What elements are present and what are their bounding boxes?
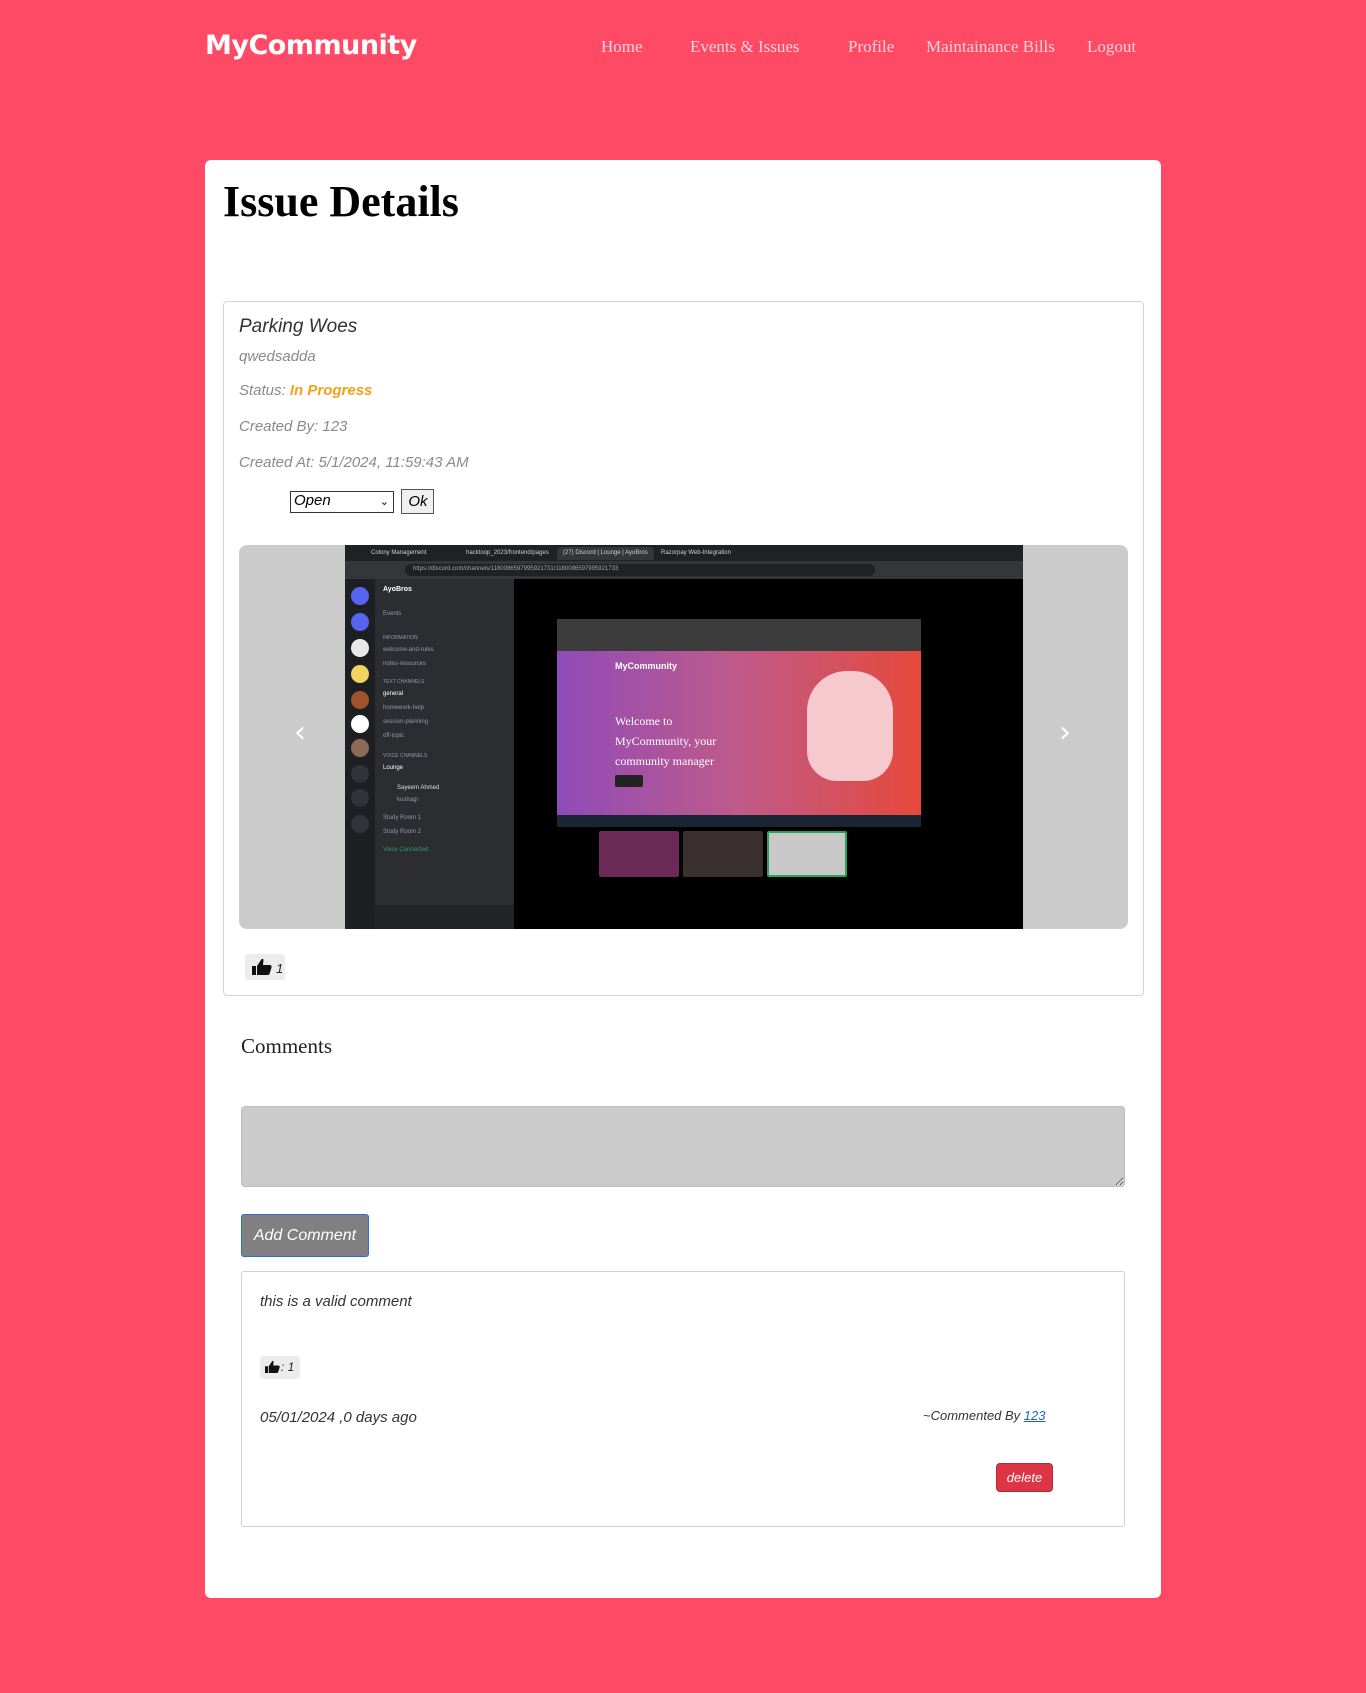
thumbs-up-icon — [252, 958, 272, 975]
image-stream-thumbnail — [599, 831, 679, 877]
issue-description: qwedsadda — [239, 348, 316, 365]
issue-image: Colony Management hacktoop_2023/frontend… — [345, 545, 1023, 929]
image-channel-text: VOICE CHANNELS — [383, 753, 428, 759]
image-inner-brand: MyCommunity — [615, 661, 678, 671]
comment-author: ~Commented By 123 — [923, 1408, 1046, 1423]
status-label: Status: — [239, 382, 286, 399]
image-discord-rail — [345, 579, 375, 929]
image-channel-text: welcome-and-rules — [383, 647, 434, 653]
image-channel-text: INFORMATION — [383, 635, 418, 641]
delete-comment-button[interactable]: delete — [996, 1463, 1053, 1492]
comment-author-prefix: ~Commented By — [923, 1408, 1024, 1423]
image-channel-text: off-topic — [383, 733, 405, 739]
image-channel-text: Lounge — [383, 765, 404, 771]
image-channel-text: kushagr — [397, 797, 419, 803]
image-channel-text: notes-resources — [383, 661, 427, 667]
issue-like-button[interactable]: 1 — [245, 954, 285, 980]
discord-logo-icon — [351, 587, 369, 605]
server-icon — [351, 715, 369, 733]
server-icon — [351, 639, 369, 657]
chevron-right-icon[interactable]: › — [1059, 715, 1071, 750]
image-hero-line: Welcome to — [615, 714, 673, 728]
image-tab-text: Colony Management — [371, 550, 427, 556]
image-server-name: AyoBros — [383, 586, 412, 593]
image-tab-text: (27) Discord | Lounge | AyoBros — [557, 547, 654, 560]
image-channel-text: Events — [383, 611, 402, 617]
image-tab-text: Razorpay Web-Integration — [661, 550, 731, 556]
image-hero-illustration — [807, 671, 893, 781]
chevron-left-icon[interactable]: ‹ — [294, 715, 306, 750]
image-url-text: https://discord.com/channels/11800865979… — [405, 564, 875, 576]
issue-panel: Parking Woes qwedsadda Status: In Progre… — [223, 301, 1144, 996]
image-channel-text: Voice Connected — [383, 847, 429, 853]
page-title: Issue Details — [223, 177, 459, 226]
comment-like-button[interactable]: : 1 — [260, 1356, 300, 1379]
image-hero-line: MyCommunity, your — [615, 734, 717, 748]
nav-events-issues[interactable]: Events & Issues — [690, 37, 800, 57]
image-channel-text: homework-help — [383, 705, 425, 711]
comment-text: this is a valid comment — [260, 1293, 412, 1310]
image-channel-text: Study Room 2 — [383, 829, 422, 835]
server-icon — [351, 739, 369, 757]
issue-created-by: Created By: 123 — [239, 418, 348, 435]
top-navbar: MyCommunity Home Events & Issues Profile… — [0, 0, 1366, 100]
status-select-value: Open — [294, 492, 331, 509]
image-channel-text: Sayeem Ahmed — [397, 785, 440, 791]
issue-like-count: 1 — [276, 961, 284, 976]
image-channel-text: session-planning — [383, 719, 429, 725]
image-discord-sidebar: AyoBros Events INFORMATION welcome-and-r… — [375, 579, 514, 929]
nav-home[interactable]: Home — [601, 37, 643, 57]
comment-author-link[interactable]: 123 — [1024, 1408, 1046, 1423]
image-channel-text: general — [383, 691, 404, 697]
image-hero-text: Welcome to MyCommunity, your community m… — [615, 711, 716, 771]
image-stream-thumbnail — [683, 831, 763, 877]
issue-image-carousel: Colony Management hacktoop_2023/frontend… — [239, 545, 1128, 929]
server-icon — [351, 665, 369, 683]
status-update-control: Open ⌄ Ok — [290, 489, 435, 514]
issue-created-at: Created At: 5/1/2024, 11:59:43 AM — [239, 454, 469, 471]
nav-maintenance-bills[interactable]: Maintainance Bills — [926, 37, 1055, 57]
image-channel-text: Study Room 1 — [383, 815, 422, 821]
nav-logout[interactable]: Logout — [1087, 37, 1136, 57]
server-icon — [351, 613, 369, 631]
add-comment-button[interactable]: Add Comment — [241, 1214, 369, 1257]
explore-icon — [351, 789, 369, 807]
comment-item: this is a valid comment : 1 05/01/2024 ,… — [241, 1271, 1125, 1527]
issue-status: Status: In Progress — [239, 382, 372, 399]
nav-profile[interactable]: Profile — [848, 37, 894, 57]
thumbs-up-icon — [265, 1360, 280, 1373]
server-icon — [351, 691, 369, 709]
image-stream-thumbnail — [767, 831, 847, 877]
image-user-bar — [375, 905, 514, 929]
comment-textarea[interactable] — [241, 1106, 1125, 1187]
image-shared-screen: MyCommunity Welcome to MyCommunity, your… — [557, 619, 921, 827]
comment-like-count: : 1 — [281, 1360, 295, 1374]
nav-links: Home Events & Issues Profile Maintainanc… — [0, 37, 1366, 61]
image-hero-section: MyCommunity Welcome to MyCommunity, your… — [557, 651, 921, 815]
comment-date: 05/01/2024 ,0 days ago — [260, 1409, 417, 1426]
image-hero-line: community manager — [615, 754, 714, 768]
status-ok-button[interactable]: Ok — [401, 489, 435, 514]
status-value: In Progress — [289, 382, 373, 399]
issue-title: Parking Woes — [239, 316, 358, 337]
image-url-bar: https://discord.com/channels/11800865979… — [345, 561, 1023, 579]
chevron-down-icon: ⌄ — [379, 496, 389, 508]
status-select[interactable]: Open ⌄ — [290, 491, 394, 513]
image-browser-tabs: Colony Management hacktoop_2023/frontend… — [345, 545, 1023, 561]
comments-heading: Comments — [241, 1034, 333, 1058]
add-server-icon — [351, 765, 369, 783]
image-tab-text: hacktoop_2023/frontend/pages — [466, 550, 549, 556]
image-taskbar — [557, 815, 921, 827]
image-channel-text: TEXT CHANNELS — [383, 679, 425, 685]
download-icon — [351, 815, 369, 833]
image-hero-button — [615, 775, 643, 787]
issue-details-card: Issue Details Parking Woes qwedsadda Sta… — [205, 160, 1161, 1598]
